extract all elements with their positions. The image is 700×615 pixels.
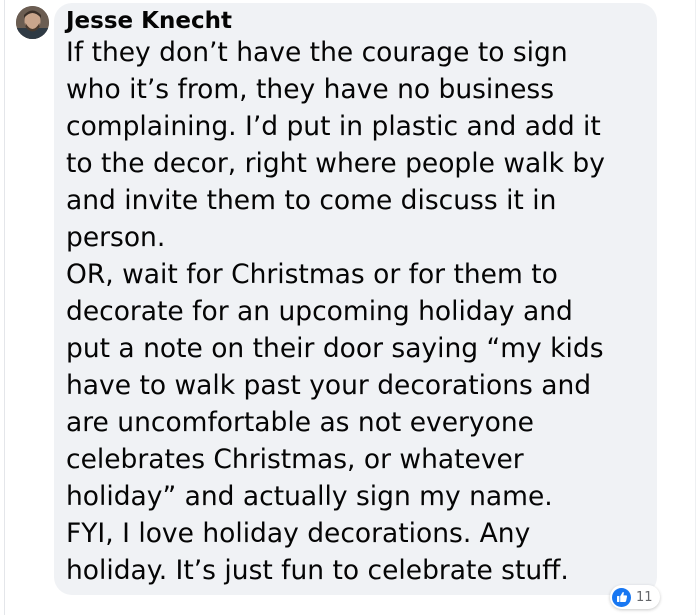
avatar[interactable]: [16, 6, 49, 39]
thumbs-up-icon: [612, 587, 631, 607]
reaction-summary[interactable]: 11: [610, 585, 660, 609]
avatar-image: [16, 6, 49, 39]
comment-line: holiday. It’s just fun to celebrate stuf…: [66, 555, 569, 586]
comment-line: and invite them to come discuss it in: [66, 185, 557, 216]
thread-line-left: [4, 0, 5, 615]
comment-line: who it’s from, they have no business: [66, 74, 554, 105]
comment-line: to the decor, right where people walk by: [66, 148, 605, 179]
thread-line-right: [695, 0, 696, 615]
comment-line: holiday” and actually sign my name.: [66, 481, 553, 512]
comment-line: put a note on their door saying “my kids: [66, 333, 604, 364]
comment-line: are uncomfortable as not everyone: [66, 407, 534, 438]
comment-text: If they don’t have the courage to sign w…: [66, 34, 605, 589]
comment-line: If they don’t have the courage to sign: [66, 37, 568, 68]
comment-line: have to walk past your decorations and: [66, 370, 592, 401]
comment-line: person.: [66, 222, 166, 253]
comment-author[interactable]: Jesse Knecht: [66, 7, 232, 35]
comment-line: decorate for an upcoming holiday and: [66, 296, 573, 327]
comment-line: FYI, I love holiday decorations. Any: [66, 518, 531, 549]
reaction-count: 11: [636, 589, 653, 605]
comment-line: OR, wait for Christmas or for them to: [66, 259, 558, 290]
comment-line: complaining. I’d put in plastic and add …: [66, 111, 601, 142]
comment-line: celebrates Christmas, or whatever: [66, 444, 524, 475]
